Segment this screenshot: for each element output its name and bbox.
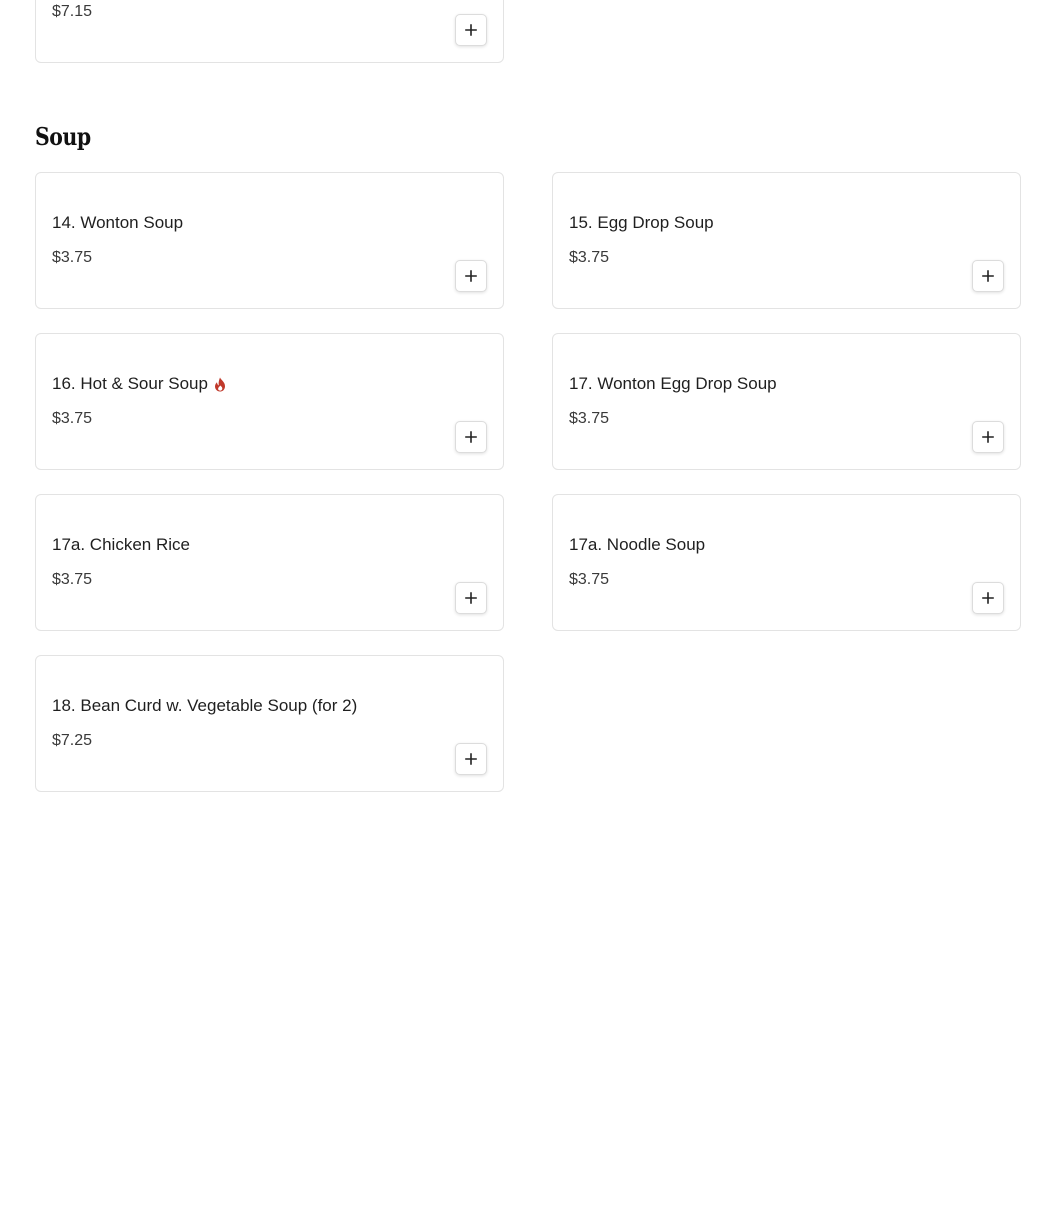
plus-icon: [465, 24, 477, 36]
menu-item-card[interactable]: 16. Hot & Sour Soup $3.75: [35, 333, 504, 470]
item-price: $3.75: [569, 249, 610, 266]
add-item-button[interactable]: [455, 743, 487, 775]
item-name: 18. Bean Curd w. Vegetable Soup (for 2): [52, 696, 358, 715]
plus-icon: [982, 592, 994, 604]
item-price: $7.15: [52, 3, 93, 20]
menu-item-card[interactable]: 14. Wonton Soup $3.75: [35, 172, 504, 309]
plus-icon: [982, 270, 994, 282]
item-name: 17. Wonton Egg Drop Soup: [569, 374, 777, 393]
item-price: $3.75: [52, 571, 93, 588]
item-name: 16. Hot & Sour Soup: [52, 374, 226, 394]
plus-icon: [465, 270, 477, 282]
item-price: $7.25: [52, 732, 93, 749]
add-item-button[interactable]: [455, 582, 487, 614]
add-item-button[interactable]: [972, 582, 1004, 614]
plus-icon: [465, 431, 477, 443]
add-item-button[interactable]: [455, 260, 487, 292]
item-price: $3.75: [52, 249, 93, 266]
item-price: $3.75: [569, 571, 610, 588]
item-name: 15. Egg Drop Soup: [569, 213, 714, 232]
menu-item-card[interactable]: 17a. Noodle Soup $3.75: [552, 494, 1021, 631]
item-name: 17a. Chicken Rice: [52, 535, 190, 554]
menu-item-card[interactable]: 15. Egg Drop Soup $3.75: [552, 172, 1021, 309]
item-price: $3.75: [52, 410, 93, 427]
menu-item-card[interactable]: 17. Wonton Egg Drop Soup $3.75: [552, 333, 1021, 470]
section-title: Soup: [35, 122, 91, 151]
plus-icon: [982, 431, 994, 443]
plus-icon: [465, 753, 477, 765]
item-name: 17a. Noodle Soup: [569, 535, 706, 554]
item-price: $3.75: [569, 410, 610, 427]
add-item-button[interactable]: [455, 421, 487, 453]
menu-item-card[interactable]: 17a. Chicken Rice $3.75: [35, 494, 504, 631]
menu-item-card-previous[interactable]: $7.15: [35, 0, 504, 63]
add-item-button[interactable]: [972, 421, 1004, 453]
menu-item-card[interactable]: 18. Bean Curd w. Vegetable Soup (for 2) …: [35, 655, 504, 792]
item-name: 14. Wonton Soup: [52, 213, 184, 232]
flame-icon: [214, 377, 226, 392]
add-item-button[interactable]: [972, 260, 1004, 292]
add-item-button[interactable]: [455, 14, 487, 46]
plus-icon: [465, 592, 477, 604]
